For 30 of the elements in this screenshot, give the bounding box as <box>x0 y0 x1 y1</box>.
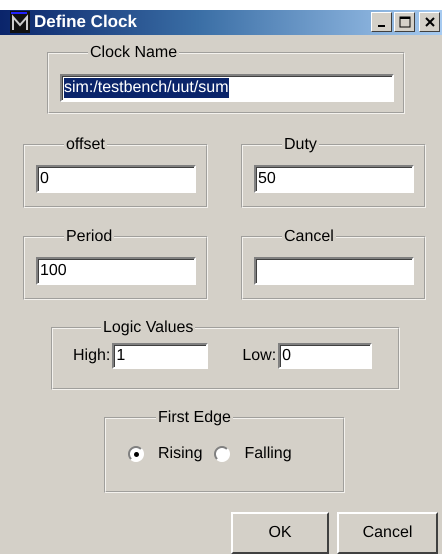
input-field[interactable]: 0 <box>36 164 196 193</box>
group-label: Cancel <box>283 228 335 246</box>
radio-button[interactable] <box>214 446 230 462</box>
input-field[interactable]: 0 <box>278 342 372 369</box>
window-title: Define Clock <box>34 12 137 32</box>
cancel-button[interactable]: Cancel <box>337 512 438 554</box>
radio-button[interactable] <box>128 446 144 462</box>
maximize-icon <box>398 16 410 28</box>
radio-label[interactable]: Falling <box>244 445 292 464</box>
maximize-button[interactable] <box>394 12 415 32</box>
group-label: Duty <box>283 136 318 154</box>
radio-label[interactable]: Rising <box>158 445 202 464</box>
group-label: Logic Values <box>102 318 194 337</box>
close-button[interactable] <box>419 12 440 32</box>
input-field[interactable]: 50 <box>254 164 414 193</box>
input-field[interactable]: 100 <box>36 256 196 285</box>
field-label: Low: <box>242 346 276 365</box>
field-label: High: <box>73 346 110 365</box>
input-field[interactable] <box>254 256 414 285</box>
input-field[interactable]: 1 <box>112 342 208 369</box>
app-logo <box>10 11 30 34</box>
group-label: Period <box>65 228 114 246</box>
close-icon <box>424 16 436 28</box>
group-label: offset <box>65 136 106 154</box>
minimize-icon <box>378 25 385 28</box>
group-label: First Edge <box>157 409 232 428</box>
ok-button[interactable]: OK <box>231 512 329 554</box>
minimize-button[interactable] <box>371 12 392 32</box>
group-label: Clock Name <box>89 44 178 62</box>
input-field[interactable]: sim:/testbench/uut/sum <box>60 74 394 102</box>
